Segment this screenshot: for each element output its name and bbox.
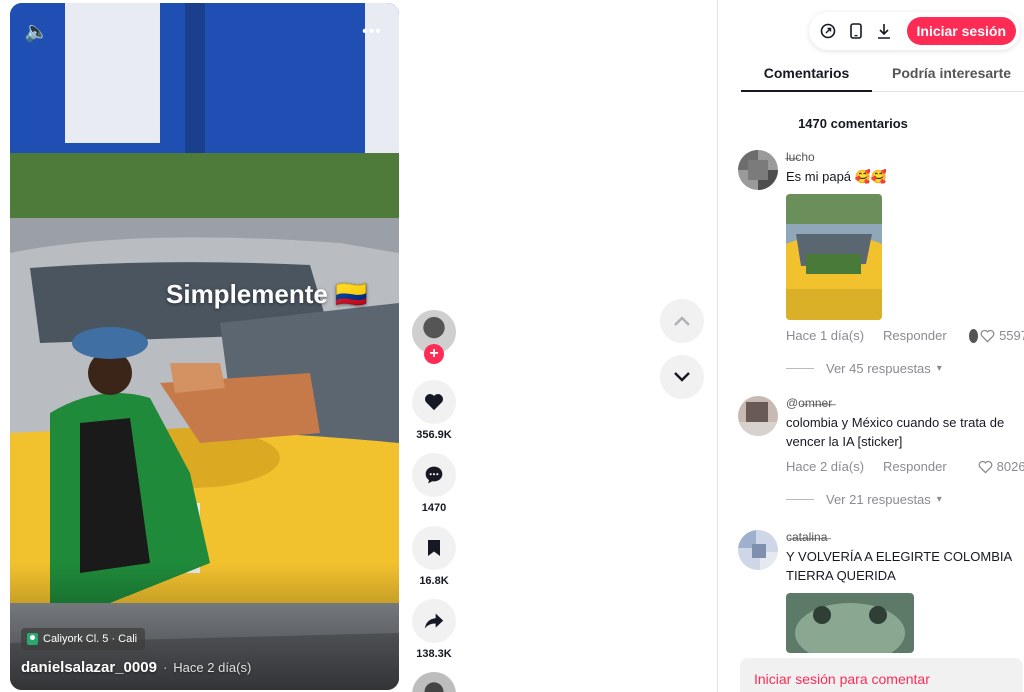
commenter-username[interactable]: c̶a̶t̶a̶l̶i̶n̶a̶ <box>786 530 1024 544</box>
comment-action: 1470 <box>412 453 456 515</box>
phone-icon[interactable] <box>845 20 867 42</box>
panel-tabs: Comentarios Podría interesarte <box>741 62 1024 92</box>
commenter-avatar[interactable] <box>738 150 778 190</box>
separator: · <box>162 660 168 675</box>
video-overlay-text: Simplemente 🇨🇴 <box>166 279 368 309</box>
location-tag[interactable]: Caliyork Cl. 5 · Cali <box>21 628 146 650</box>
like-count: 356.9K <box>416 429 452 441</box>
like-action: 356.9K <box>412 380 456 442</box>
tab-you-may-like[interactable]: Podría interesarte <box>872 62 1024 92</box>
comment-body: @o̶m̶n̶e̶r̶ colombia y México cuando se … <box>786 396 1024 507</box>
chevron-down-icon <box>674 372 690 382</box>
author-username[interactable]: danielsalazar_0009 <box>21 659 157 676</box>
comments-panel: Iniciar sesión Comentarios Podría intere… <box>717 0 1024 692</box>
next-video-button[interactable] <box>660 355 704 399</box>
commenter-avatar[interactable] <box>738 530 778 570</box>
chevron-down-icon: ▾ <box>936 494 942 505</box>
login-button[interactable]: Iniciar sesión <box>906 17 1016 45</box>
comment-button[interactable] <box>412 453 456 497</box>
heart-icon <box>425 394 443 411</box>
divider <box>786 368 814 369</box>
download-icon[interactable] <box>873 20 895 42</box>
post-date: Hace 2 día(s) <box>173 660 252 675</box>
video-action-bar: + 356.9K 1470 16.8K 138.3K <box>412 310 456 692</box>
coin-icon[interactable] <box>817 20 839 42</box>
previous-video-button[interactable] <box>660 299 704 343</box>
creator-liked-avatar <box>968 328 979 343</box>
heart-outline-icon <box>978 460 993 474</box>
top-action-bar: Iniciar sesión <box>808 12 1020 50</box>
share-arrow-icon <box>424 613 444 629</box>
view-replies-button[interactable]: Ver 45 respuestas ▾ <box>786 361 1024 376</box>
comment-time: Hace 1 día(s) <box>786 328 865 343</box>
save-button[interactable] <box>412 526 456 570</box>
like-button[interactable] <box>412 380 456 424</box>
divider <box>786 499 814 500</box>
comment-like-count: 8026 <box>996 459 1024 474</box>
comment-like-button[interactable]: 8026 <box>978 459 1024 474</box>
login-to-comment-button[interactable]: Iniciar sesión para comentar <box>740 658 1023 692</box>
video-player[interactable]: 🔈 ••• Simplemente 🇨🇴 Caliyork Cl. 5 · Ca… <box>10 3 399 690</box>
view-replies-button[interactable]: Ver 21 respuestas ▾ <box>786 492 1024 507</box>
location-pin-icon <box>27 633 38 645</box>
video-author-line: danielsalazar_0009 · Hace 2 día(s) <box>21 659 251 676</box>
creator-avatar-wrap: + <box>412 310 456 364</box>
comment-count: 1470 <box>421 502 447 514</box>
music-disc-avatar[interactable] <box>412 672 456 692</box>
comment-time: Hace 2 día(s) <box>786 459 865 474</box>
reply-button[interactable]: Responder <box>883 328 947 343</box>
tiktok-video-page: 🔈 ••• Simplemente 🇨🇴 Caliyork Cl. 5 · Ca… <box>0 0 1024 692</box>
bookmark-icon <box>428 540 440 556</box>
comment-meta: Hace 2 día(s) Responder 8026 <box>786 459 1024 474</box>
chevron-down-icon: ▾ <box>936 363 942 374</box>
save-count: 16.8K <box>419 575 449 587</box>
comment-image[interactable] <box>786 593 914 653</box>
share-action: 138.3K <box>412 599 456 661</box>
comment-body: l̶u̶cho Es mi papá 🥰🥰 Hace 1 día(s) Resp… <box>786 150 1024 376</box>
comment-like-button[interactable]: 5597 <box>980 328 1024 343</box>
follow-plus-icon[interactable]: + <box>424 344 444 364</box>
chevron-up-icon <box>674 316 690 326</box>
comment-text: Es mi papá 🥰🥰 <box>786 169 888 184</box>
comment-bubble-icon <box>425 466 443 484</box>
volume-icon[interactable]: 🔈 <box>24 19 50 45</box>
comments-total: 1470 comentarios <box>798 116 908 131</box>
comment-meta: Hace 1 día(s) Responder 5597 <box>786 328 1024 343</box>
share-button[interactable] <box>412 599 456 643</box>
comment-text: colombia y México cuando se trata de ven… <box>786 415 1005 449</box>
reply-button[interactable]: Responder <box>883 459 947 474</box>
more-options-icon[interactable]: ••• <box>359 19 385 45</box>
comment-body: c̶a̶t̶a̶l̶i̶n̶a̶ Y VOLVERÍA A ELEGIRTE C… <box>786 530 1024 653</box>
commenter-avatar[interactable] <box>738 396 778 436</box>
commenter-username[interactable]: l̶u̶cho <box>786 150 1024 164</box>
heart-outline-icon <box>980 329 995 343</box>
comment-text: Y VOLVERÍA A ELEGIRTE COLOMBIA TIERRA QU… <box>786 549 1012 583</box>
location-label: Caliyork Cl. 5 · Cali <box>43 633 138 645</box>
comment-like-count: 5597 <box>999 328 1024 343</box>
tab-comments[interactable]: Comentarios <box>741 62 873 92</box>
video-frame <box>10 3 399 690</box>
commenter-username[interactable]: @o̶m̶n̶e̶r̶ <box>786 396 1024 410</box>
save-action: 16.8K <box>412 526 456 588</box>
share-count: 138.3K <box>416 648 452 660</box>
view-replies-label: Ver 21 respuestas <box>826 492 931 507</box>
comment-image[interactable] <box>786 194 882 320</box>
view-replies-label: Ver 45 respuestas <box>826 361 931 376</box>
